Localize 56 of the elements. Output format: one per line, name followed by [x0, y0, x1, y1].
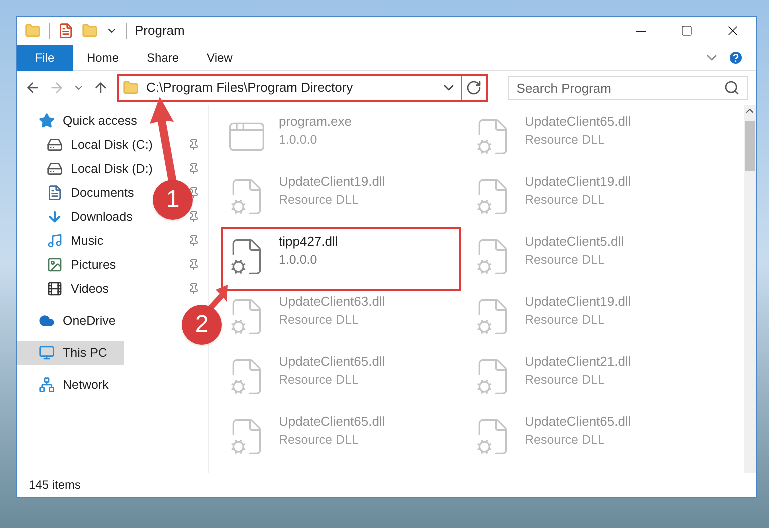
file-detail: 1.0.0.0 — [279, 132, 318, 149]
nav-item[interactable]: Local Disk (D:) — [17, 157, 161, 181]
document-icon — [47, 185, 63, 201]
refresh-icon[interactable] — [466, 80, 482, 96]
window-title: Program — [135, 22, 185, 40]
file-detail: Resource DLL — [279, 312, 360, 329]
maximize-icon — [681, 25, 693, 37]
ribbon-tab[interactable]: Share — [133, 44, 194, 70]
film-icon — [47, 281, 63, 297]
file-detail: Resource DLL — [525, 372, 606, 389]
ribbon-tab[interactable]: Home — [73, 44, 134, 70]
up-icon[interactable] — [92, 80, 109, 96]
nav-item[interactable]: OneDrive — [17, 309, 124, 333]
nav-item[interactable]: This PC — [17, 341, 124, 365]
folder-icon[interactable] — [25, 23, 41, 39]
search-field[interactable]: Search Program — [508, 76, 748, 100]
help-icon[interactable] — [728, 50, 744, 66]
monitor-icon — [39, 345, 55, 361]
music-note-icon — [47, 233, 63, 249]
item-count: 145 items — [29, 477, 82, 494]
file-detail: Resource DLL — [279, 192, 360, 209]
cloud-icon — [39, 313, 55, 329]
minimize-icon — [636, 30, 646, 32]
file-detail: Resource DLL — [525, 432, 606, 449]
file-detail: Resource DLL — [525, 192, 606, 209]
nav-item[interactable]: Downloads — [17, 205, 141, 229]
scrollbar-thumb[interactable] — [745, 121, 755, 171]
ribbon-tab[interactable]: View — [193, 44, 247, 70]
file-detail: Resource DLL — [279, 372, 360, 389]
search-icon — [724, 80, 740, 96]
file-detail: Resource DLL — [279, 432, 360, 449]
file-detail: 1.0.0.0 — [279, 252, 318, 269]
folder-icon — [122, 80, 139, 96]
back-icon[interactable] — [25, 80, 41, 96]
nav-item[interactable]: Local Disk (C:) — [17, 133, 161, 157]
nav-item[interactable]: Pictures — [17, 253, 124, 277]
file-detail: Resource DLL — [525, 312, 606, 329]
properties-icon[interactable] — [58, 23, 74, 39]
ribbon-tab[interactable]: File — [17, 44, 73, 70]
address-bar[interactable]: C:\Program Files\Program Directory — [116, 74, 488, 102]
network-icon — [39, 377, 55, 393]
scrollbar[interactable] — [744, 105, 756, 473]
nav-item[interactable]: Videos — [17, 277, 117, 301]
drive-icon — [47, 137, 63, 153]
drive-icon — [47, 161, 63, 177]
forward-icon[interactable] — [48, 80, 65, 96]
file-detail: Resource DLL — [525, 132, 606, 149]
star-icon — [39, 113, 55, 129]
new-folder-icon[interactable] — [82, 23, 98, 39]
nav-item[interactable]: Music — [17, 229, 112, 253]
nav-item[interactable]: Documents — [17, 181, 142, 205]
file-detail: Resource DLL — [525, 252, 606, 269]
nav-item[interactable]: Network — [17, 373, 117, 397]
nav-item[interactable]: Quick access — [17, 109, 146, 133]
picture-icon — [47, 257, 63, 273]
file-name[interactable]: tipp427.dll — [279, 233, 338, 251]
